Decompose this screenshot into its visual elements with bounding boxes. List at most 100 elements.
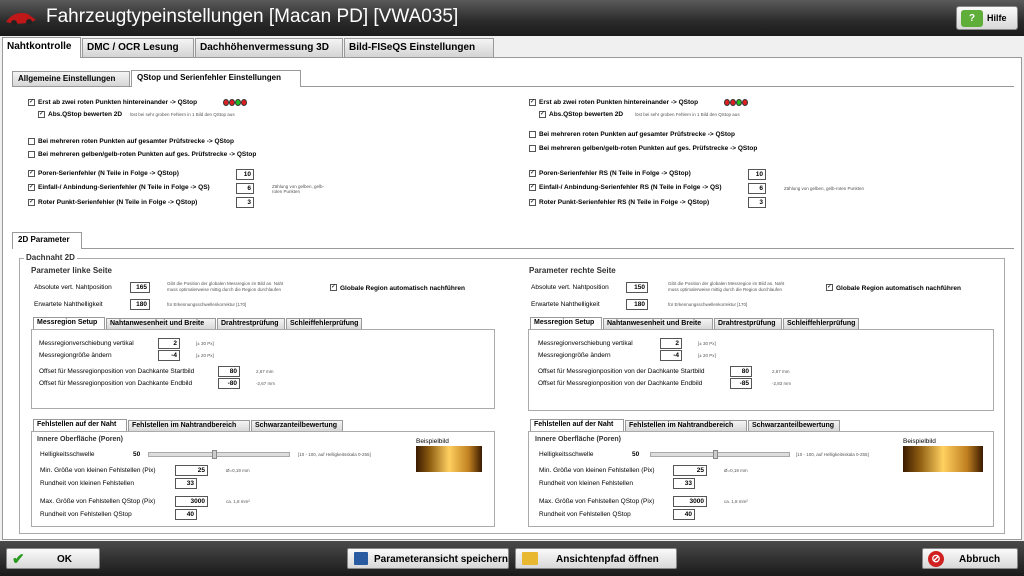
red-dot-icon	[241, 99, 247, 106]
links-bsp-label: Beispielbild	[416, 438, 449, 445]
einfall-input[interactable]: 6	[236, 183, 254, 194]
rechts-max-note: ca. 1,8 mm²	[724, 499, 748, 504]
rechts-erw-input[interactable]: 180	[626, 299, 648, 310]
folder-icon	[522, 552, 538, 565]
rechts-title: Parameter rechte Seite	[529, 266, 616, 275]
p2d-line	[12, 248, 1014, 249]
links-max-input[interactable]: 3000	[175, 496, 208, 507]
links-tab-schwarzanteil[interactable]: Schwarzanteilbewertung	[251, 420, 343, 431]
links-mv-input[interactable]: 2	[158, 338, 180, 349]
rechts-max-input[interactable]: 3000	[673, 496, 707, 507]
rechts-min-input[interactable]: 25	[673, 465, 707, 476]
links-min-note: Ø=0,19 mm	[226, 468, 250, 473]
rechts-abs-input[interactable]: 150	[626, 282, 648, 293]
rs-poren-input[interactable]: 10	[748, 169, 766, 180]
links-min-input[interactable]: 25	[175, 465, 208, 476]
rechts-tab-nahtanwesenheit[interactable]: Nahtanwesenheit und Breite	[603, 318, 713, 329]
rechts-oe-input[interactable]: -85	[730, 378, 752, 389]
links-tab-fehlstellen-rand[interactable]: Fehlstellen im Nahtrandbereich	[128, 420, 250, 431]
links-oe-input[interactable]: -80	[218, 378, 240, 389]
help-button[interactable]: ? Hilfe	[956, 6, 1018, 30]
rs-multi-yellow-label: Bei mehreren gelben/gelb-roten Punkten a…	[539, 145, 758, 152]
links-erw-label: Erwartete Nahthelligkeit	[34, 301, 103, 308]
rechts-hs-slider-thumb[interactable]	[713, 450, 718, 459]
links-mg-input[interactable]: -4	[158, 350, 180, 361]
tab-dachhoehe[interactable]: Dachhöhenvermessung 3D	[195, 38, 343, 57]
rs-abs-qstop-note: löst bei sehr groben Fehlern in 1 Bild d…	[635, 112, 740, 117]
rechts-os-input[interactable]: 80	[730, 366, 752, 377]
multi-yellow-checkbox[interactable]	[28, 151, 35, 158]
links-hs-slider-thumb[interactable]	[212, 450, 217, 459]
links-os-note: 2,67 mm	[256, 369, 274, 374]
help-label: Hilfe	[987, 13, 1007, 23]
tab-bild-fiseqs[interactable]: Bild-FISeQS Einstellungen	[344, 38, 494, 57]
roter-checkbox[interactable]: ✓	[28, 199, 35, 206]
ok-button[interactable]: ✔ OK	[6, 548, 100, 569]
links-abs-input[interactable]: 165	[130, 282, 150, 293]
rechts-tab-fehlstellen-naht[interactable]: Fehlstellen auf der Naht	[530, 419, 624, 431]
links-rq-input[interactable]: 40	[175, 509, 197, 520]
links-os-input[interactable]: 80	[218, 366, 240, 377]
ok-label: OK	[57, 554, 72, 565]
links-oe-note: -2,67 mm	[256, 381, 276, 386]
abs-qstop-checkbox[interactable]: ✓	[38, 111, 45, 118]
roter-input[interactable]: 3	[236, 197, 254, 208]
links-tab-drahtrest[interactable]: Drahtrestprüfung	[217, 318, 285, 329]
poren-input[interactable]: 10	[236, 169, 254, 180]
einfall-checkbox[interactable]: ✓	[28, 184, 35, 191]
rs-two-red-checkbox[interactable]: ✓	[529, 99, 536, 106]
rechts-erw-note: für Erkennungsschwellenkorrektur [170]	[668, 302, 748, 307]
links-inner-title: Innere Oberfläche (Poren)	[37, 436, 123, 443]
rechts-glob-checkbox[interactable]: ✓	[826, 284, 833, 291]
rechts-hs-slider[interactable]	[650, 452, 790, 457]
rechts-tab-schwarzanteil[interactable]: Schwarzanteilbewertung	[748, 420, 840, 431]
rechts-rk-input[interactable]: 33	[673, 478, 695, 489]
rs-roter-input[interactable]: 3	[748, 197, 766, 208]
tab-allgemeine[interactable]: Allgemeine Einstellungen	[12, 71, 130, 86]
rs-poren-checkbox[interactable]: ✓	[529, 170, 536, 177]
tab-dmc-ocr[interactable]: DMC / OCR Lesung	[82, 38, 194, 57]
rechts-rq-input[interactable]: 40	[673, 509, 695, 520]
rs-abs-qstop-checkbox[interactable]: ✓	[539, 111, 546, 118]
rechts-mv-input[interactable]: 2	[660, 338, 682, 349]
links-erw-input[interactable]: 180	[130, 299, 150, 310]
rechts-min-label: Min. Größe von kleinen Fehlstellen (Pix)	[539, 467, 655, 474]
save-view-button[interactable]: Parameteransicht speichern	[347, 548, 509, 569]
links-tab-schleiffehler[interactable]: Schleiffehlerprüfung	[286, 318, 362, 329]
rechts-tab-drahtrest[interactable]: Drahtrestprüfung	[714, 318, 782, 329]
links-max-note: ca. 1,8 mm²	[226, 499, 250, 504]
rs-einfall-checkbox[interactable]: ✓	[529, 184, 536, 191]
title-bar: Fahrzeugtypeinstellungen [Macan PD] [VWA…	[0, 0, 1024, 36]
links-tab-messregion[interactable]: Messregion Setup	[33, 317, 105, 329]
rs-multi-yellow-checkbox[interactable]	[529, 145, 536, 152]
poren-checkbox[interactable]: ✓	[28, 170, 35, 177]
open-path-button[interactable]: Ansichtenpfad öffnen	[515, 548, 677, 569]
rs-multi-red-checkbox[interactable]	[529, 131, 536, 138]
rechts-tab-messregion[interactable]: Messregion Setup	[530, 317, 602, 329]
tab-nahtkontrolle[interactable]: Nahtkontrolle	[2, 37, 81, 58]
tab-qstop[interactable]: QStop und Serienfehler Einstellungen	[131, 70, 301, 87]
links-glob-checkbox[interactable]: ✓	[330, 284, 337, 291]
rs-roter-checkbox[interactable]: ✓	[529, 199, 536, 206]
cancel-button[interactable]: ⊘ Abbruch	[922, 548, 1018, 569]
links-abs-label: Absolute vert. Nahtposition	[34, 284, 112, 291]
multi-red-checkbox[interactable]	[28, 138, 35, 145]
links-tab-nahtanwesenheit[interactable]: Nahtanwesenheit und Breite	[106, 318, 216, 329]
links-mg-label: Messregiongröße ändern	[39, 352, 112, 359]
rechts-os-label: Offset für Messregionposition von der Da…	[538, 368, 705, 375]
check-icon: ✔	[12, 551, 25, 568]
einfall-label: Einfall-/ Anbindung-Serienfehler (N Teil…	[38, 184, 210, 191]
tab-2d-parameter[interactable]: 2D Parameter	[12, 232, 82, 249]
links-os-label: Offset für Messregionposition von Dachka…	[39, 368, 195, 375]
links-rk-input[interactable]: 33	[175, 478, 197, 489]
two-red-checkbox[interactable]: ✓	[28, 99, 35, 106]
links-hs-slider[interactable]	[148, 452, 290, 457]
rechts-tab-fehlstellen-rand[interactable]: Fehlstellen im Nahtrandbereich	[625, 420, 747, 431]
rechts-mg-input[interactable]: -4	[660, 350, 682, 361]
rs-einfall-input[interactable]: 6	[748, 183, 766, 194]
app-logo-icon	[6, 13, 36, 26]
links-tab-fehlstellen-naht[interactable]: Fehlstellen auf der Naht	[33, 419, 127, 431]
rechts-tab-schleiffehler[interactable]: Schleiffehlerprüfung	[783, 318, 859, 329]
rs-roter-label: Roter Punkt-Serienfehler RS (N Teile in …	[539, 199, 710, 206]
rechts-abs-note1: Gibt die Position der globalen Messregio…	[668, 281, 785, 286]
